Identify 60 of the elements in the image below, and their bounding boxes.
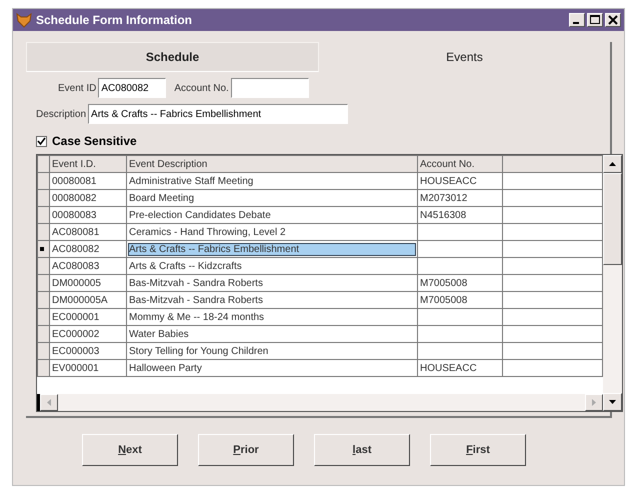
table-cell: HOUSEACC [420,362,477,374]
table-cell: 00080081 [52,176,96,186]
checkbox-label: Case Sensitive [52,134,137,148]
table-cell: AC080083 [52,260,100,272]
table-cell: 00080083 [52,210,96,220]
description-field[interactable]: Arts & Crafts -- Fabrics Embellishment [88,104,348,124]
up-arrow-icon [609,162,616,166]
checkbox[interactable] [36,136,47,146]
column-header: Account No. [418,156,502,172]
maximize-button[interactable] [587,13,603,27]
field-label: Account No. [174,82,229,94]
nav-button[interactable]: Next [82,434,178,466]
minimize-button[interactable] [569,13,585,27]
table-cell: M7005008 [420,278,468,288]
right-arrow-icon [592,399,596,406]
table-cell: 00080082 [52,192,96,204]
maximize-icon [590,15,600,25]
table-cell: AC080081 [52,226,100,238]
horizontal-scrollbar[interactable] [37,394,603,411]
field-label: Description [36,108,86,120]
table-cell: Bas-Mitzvah - Sandra Roberts [129,294,263,306]
event-id-field[interactable]: AC080082 [98,78,166,98]
table-cell: M2073012 [420,192,468,204]
minimize-icon [573,22,579,24]
column-header: Event I.D. [50,156,126,172]
table-cell: EV000001 [52,362,99,374]
table-cell: Board Meeting [129,192,194,204]
table-cell: Arts & Crafts -- Kidzcrafts [129,260,242,272]
table-cell: N4516308 [420,210,466,220]
vertical-scrollbar[interactable] [603,155,622,411]
nav-button[interactable]: Prior [198,434,294,466]
table-cell: DM000005A [52,294,108,306]
column-header: Event Description [126,156,418,172]
table-cell: Bas-Mitzvah - Sandra Roberts [129,278,263,288]
table-cell: Mommy & Me -- 18-24 months [129,312,264,322]
table-cell: Water Babies [129,328,189,340]
table-cell: EC000003 [52,346,100,356]
table-cell: Story Telling for Young Children [129,346,268,356]
table-cell: AC080082 [52,244,100,254]
down-arrow-icon [609,400,616,404]
table-cell: HOUSEACC [420,176,477,186]
app-icon [16,12,32,28]
table-cell: DM000005 [52,278,101,288]
table-cell: EC000002 [52,328,100,340]
close-button[interactable] [605,13,621,27]
table-cell: Pre-election Candidates Debate [129,210,271,220]
nav-button[interactable]: First [430,434,526,466]
table-cell: Ceramics - Hand Throwing, Level 2 [129,226,286,238]
field-label: Event ID [58,82,96,94]
table-cell: M7005008 [420,294,468,306]
account-field[interactable] [230,78,309,98]
close-icon [608,15,618,25]
table-cell: EC000001 [52,312,100,322]
table-cell: Arts & Crafts -- Fabrics Embellishment [129,244,415,254]
tab[interactable]: Schedule [26,42,319,72]
window-title: Schedule Form Information [36,13,194,27]
left-arrow-icon [47,399,51,406]
table-cell: Halloween Party [129,362,202,374]
table-cell: Administrative Staff Meeting [129,176,254,186]
nav-button[interactable]: last [314,434,410,466]
